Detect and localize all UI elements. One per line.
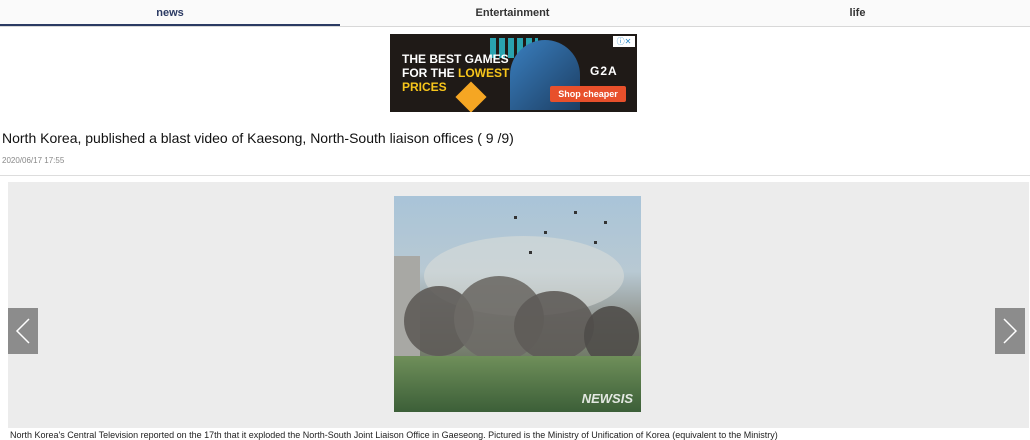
ad-line-1: THE BEST GAMES <box>402 52 509 66</box>
tab-life[interactable]: life <box>685 0 1030 26</box>
photo-debris <box>514 216 517 219</box>
tab-news[interactable]: news <box>0 0 340 26</box>
ad-line-2-highlight: LOWEST <box>458 66 510 80</box>
article-headline: North Korea, published a blast video of … <box>2 130 514 146</box>
photo-gallery: NEWSIS <box>8 182 1029 428</box>
ad-headline: THE BEST GAMES FOR THE LOWEST PRICES <box>402 52 509 94</box>
photo-caption: North Korea's Central Television reporte… <box>10 430 778 440</box>
article-date: 2020/06/17 17:55 <box>2 156 65 165</box>
ad-line-3: PRICES <box>402 80 447 94</box>
ad-shop-button[interactable]: Shop cheaper <box>550 86 626 102</box>
divider <box>0 175 1030 176</box>
prev-photo-button[interactable] <box>8 308 38 354</box>
photo-debris <box>574 211 577 214</box>
ad-banner[interactable]: THE BEST GAMES FOR THE LOWEST PRICES G2A… <box>390 34 637 112</box>
chevron-left-icon <box>15 318 30 344</box>
ad-choices-icon[interactable]: ⓘ✕ <box>613 36 635 47</box>
photo-watermark: NEWSIS <box>581 391 633 406</box>
next-photo-button[interactable] <box>995 308 1025 354</box>
ad-line-2-prefix: FOR THE <box>402 66 458 80</box>
photo-debris <box>594 241 597 244</box>
ad-brand-logo: G2A <box>590 64 618 78</box>
photo-smoke <box>514 291 594 361</box>
ad-line-2: FOR THE LOWEST <box>402 66 509 80</box>
photo-debris <box>604 221 607 224</box>
top-nav: news Entertainment life <box>0 0 1030 27</box>
chevron-right-icon <box>1003 318 1018 344</box>
photo-debris <box>544 231 547 234</box>
photo-debris <box>529 251 532 254</box>
article-photo[interactable]: NEWSIS <box>394 196 641 412</box>
tab-entertainment[interactable]: Entertainment <box>340 0 685 26</box>
